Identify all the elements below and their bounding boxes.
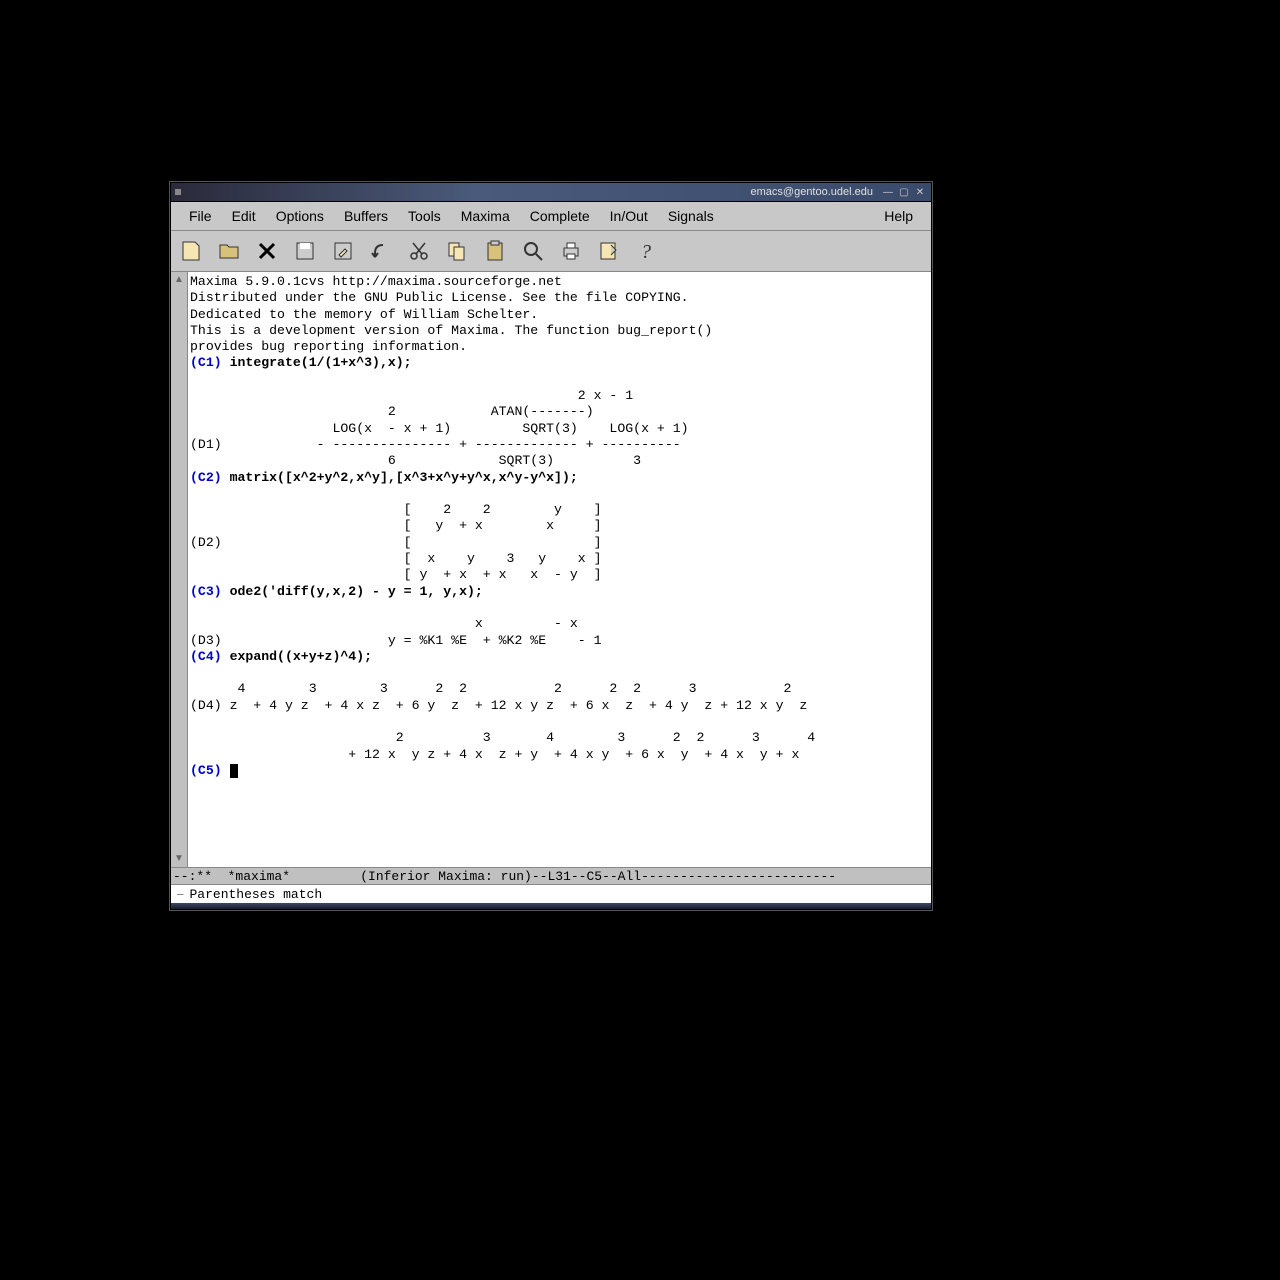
print-icon[interactable]	[557, 237, 585, 265]
terminal-buffer[interactable]: Maxima 5.9.0.1cvs http://maxima.sourcefo…	[188, 272, 931, 867]
copy-icon[interactable]	[443, 237, 471, 265]
c3-cmd: ode2('diff(y,x,2) - y = 1, y,x);	[230, 584, 483, 599]
d1-l3: LOG(x - x + 1) SQRT(3) LOG(x + 1)	[190, 421, 689, 436]
help-icon[interactable]: ?	[633, 237, 661, 265]
minibuffer-text: Parentheses match	[190, 887, 323, 902]
d1-l1: 2 x - 1	[190, 388, 633, 403]
menu-options[interactable]: Options	[266, 204, 334, 228]
d4-l2: (D4) z + 4 y z + 4 x z + 6 y z + 12 x y …	[190, 698, 807, 713]
header-l5: provides bug reporting information.	[190, 339, 467, 354]
menu-complete[interactable]: Complete	[520, 204, 600, 228]
scroll-up-icon[interactable]: ▲	[173, 274, 185, 286]
menubar: File Edit Options Buffers Tools Maxima C…	[171, 202, 931, 231]
header-l3: Dedicated to the memory of William Schel…	[190, 307, 538, 322]
d1-l2: 2 ATAN(-------)	[190, 404, 594, 419]
c5-label: (C5)	[190, 763, 230, 778]
c4-label: (C4)	[190, 649, 230, 664]
window-title: emacs@gentoo.udel.edu	[187, 186, 879, 198]
svg-text:?: ?	[641, 241, 651, 263]
open-folder-icon[interactable]	[215, 237, 243, 265]
menu-signals[interactable]: Signals	[658, 204, 724, 228]
search-icon[interactable]	[519, 237, 547, 265]
new-file-icon[interactable]	[177, 237, 205, 265]
undo-icon[interactable]	[367, 237, 395, 265]
d4-l5: + 12 x y z + 4 x z + y + 4 x y + 6 x y +…	[190, 747, 799, 762]
d2-l4: [ x y 3 y x ]	[190, 551, 602, 566]
header-l4: This is a development version of Maxima.…	[190, 323, 712, 338]
header-l2: Distributed under the GNU Public License…	[190, 290, 689, 305]
menu-help[interactable]: Help	[874, 204, 923, 228]
menu-edit[interactable]: Edit	[222, 204, 266, 228]
d4-l1: 4 3 3 2 2 2 2 2 3 2	[190, 681, 791, 696]
paste-icon[interactable]	[481, 237, 509, 265]
menu-buffers[interactable]: Buffers	[334, 204, 398, 228]
c1-label: (C1)	[190, 355, 230, 370]
menu-maxima[interactable]: Maxima	[451, 204, 520, 228]
maximize-button[interactable]: ▢	[897, 186, 911, 198]
emacs-window: emacs@gentoo.udel.edu — ▢ ✕ File Edit Op…	[170, 182, 932, 910]
window-menu-icon[interactable]	[175, 189, 181, 195]
d2-l1: [ 2 2 y ]	[190, 502, 602, 517]
d2-l5: [ y + x + x x - y ]	[190, 567, 602, 582]
scroll-down-icon[interactable]: ▼	[173, 853, 185, 865]
d2-l3: (D2) [ ]	[190, 535, 602, 550]
c2-label: (C2)	[190, 470, 230, 485]
mode-line-text: --:** *maxima* (Inferior Maxima: run)--L…	[173, 869, 836, 884]
c4-cmd: expand((x+y+z)^4);	[230, 649, 372, 664]
menu-file[interactable]: File	[179, 204, 222, 228]
minimize-button[interactable]: —	[881, 186, 895, 198]
scrollbar[interactable]: ▲ ▼	[171, 272, 188, 867]
toolbar: ?	[171, 231, 931, 272]
c3-label: (C3)	[190, 584, 230, 599]
d3-l1: x - x	[190, 616, 578, 631]
menu-tools[interactable]: Tools	[398, 204, 451, 228]
header-l1: Maxima 5.9.0.1cvs http://maxima.sourcefo…	[190, 274, 562, 289]
preferences-icon[interactable]	[595, 237, 623, 265]
buffer-area: ▲ ▼ Maxima 5.9.0.1cvs http://maxima.sour…	[171, 272, 931, 867]
cut-icon[interactable]	[405, 237, 433, 265]
minibuffer[interactable]: ⎯Parentheses match	[171, 884, 931, 903]
save-as-icon[interactable]	[329, 237, 357, 265]
mode-line: --:** *maxima* (Inferior Maxima: run)--L…	[171, 867, 931, 884]
menu-inout[interactable]: In/Out	[600, 204, 658, 228]
close-icon[interactable]	[253, 237, 281, 265]
cursor	[230, 764, 238, 778]
d4-l4: 2 3 4 3 2 2 3 4	[190, 730, 815, 745]
d2-l2: [ y + x x ]	[190, 518, 602, 533]
close-button[interactable]: ✕	[913, 186, 927, 198]
d1-l4: (D1) - --------------- + ------------- +…	[190, 437, 681, 452]
c2-cmd: matrix([x^2+y^2,x^y],[x^3+x^y+y^x,x^y-y^…	[230, 470, 578, 485]
window-border-bottom	[171, 903, 931, 909]
d3-l2: (D3) y = %K1 %E + %K2 %E - 1	[190, 633, 602, 648]
save-icon[interactable]	[291, 237, 319, 265]
d1-l5: 6 SQRT(3) 3	[190, 453, 641, 468]
titlebar: emacs@gentoo.udel.edu — ▢ ✕	[171, 183, 931, 202]
c1-cmd: integrate(1/(1+x^3),x);	[230, 355, 412, 370]
